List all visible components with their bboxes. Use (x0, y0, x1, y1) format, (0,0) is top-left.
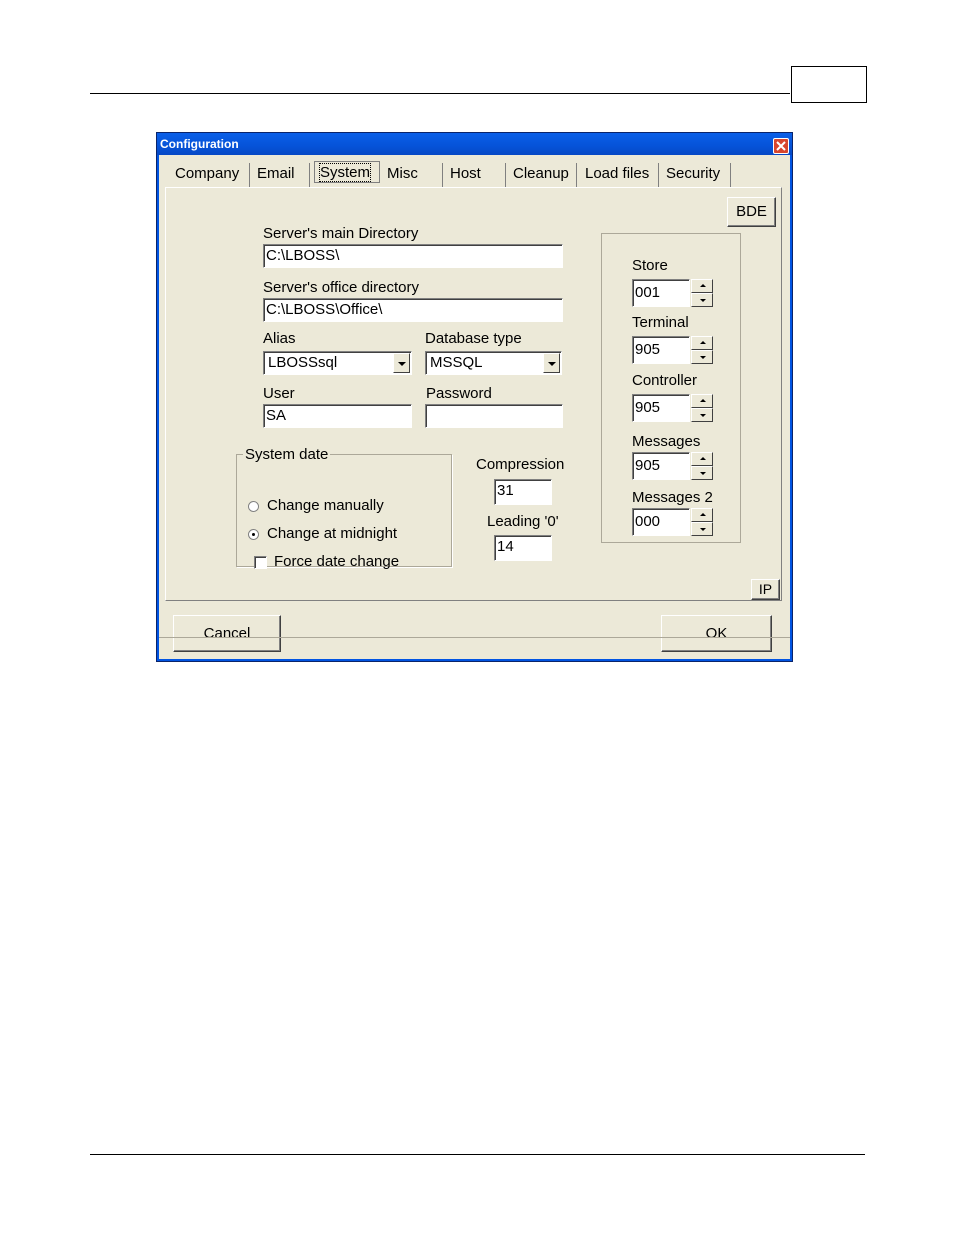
office-directory-input[interactable]: C:\LBOSS\Office\ (263, 298, 563, 322)
password-label: Password (426, 385, 492, 402)
tab-label: Cleanup (513, 165, 569, 182)
terminal-label: Terminal (632, 314, 689, 331)
store-spinner[interactable] (691, 279, 713, 307)
tab-misc[interactable]: Misc (381, 163, 443, 187)
tab-system[interactable]: System (314, 161, 380, 183)
user-label: User (263, 385, 295, 402)
force-date-change-checkbox[interactable] (254, 556, 267, 569)
office-directory-label: Server's office directory (263, 279, 419, 296)
tab-label: Company (175, 165, 240, 182)
controller-label: Controller (632, 372, 698, 389)
password-input[interactable] (425, 404, 563, 428)
database-type-select[interactable]: MSSQL (425, 351, 562, 375)
chevron-down-icon[interactable] (393, 353, 410, 373)
tab-load-files[interactable]: Load files (578, 163, 659, 187)
tab-security[interactable]: Security (660, 163, 731, 187)
tab-label: Security (666, 165, 721, 182)
compression-input[interactable]: 31 (494, 479, 552, 505)
main-directory-label: Server's main Directory (263, 225, 419, 242)
messages2-label: Messages 2 (632, 489, 713, 506)
alias-label: Alias (263, 330, 296, 347)
messages2-input[interactable]: 000 (632, 508, 690, 536)
tab-host[interactable]: Host (444, 163, 506, 187)
main-directory-input[interactable]: C:\LBOSS\ (263, 244, 563, 268)
tab-company[interactable]: Company (169, 163, 250, 187)
alias-value: LBOSSsql (268, 354, 338, 371)
leading-zero-input[interactable]: 14 (494, 535, 552, 561)
spin-up-icon[interactable] (691, 508, 713, 522)
messages-spinner[interactable] (691, 452, 713, 480)
spin-down-icon[interactable] (691, 408, 713, 422)
close-icon (776, 141, 786, 151)
messages2-spinner[interactable] (691, 508, 713, 536)
tab-email[interactable]: Email (251, 163, 310, 187)
close-button[interactable] (773, 138, 789, 154)
system-date-legend: System date (243, 446, 331, 463)
messages-input[interactable]: 905 (632, 452, 690, 480)
ip-button[interactable]: IP (751, 579, 780, 600)
change-manually-label: Change manually (267, 497, 384, 514)
controller-spinner[interactable] (691, 394, 713, 422)
compression-label: Compression (476, 456, 565, 473)
terminal-spinner[interactable] (691, 336, 713, 364)
tab-label: System (318, 163, 372, 182)
tab-label: Host (450, 165, 481, 182)
store-input[interactable]: 001 (632, 279, 690, 307)
database-type-value: MSSQL (430, 354, 483, 371)
cancel-button[interactable]: Cancel (173, 615, 281, 652)
page-header-rule (90, 93, 790, 94)
force-date-change-label: Force date change (274, 553, 400, 570)
controller-input[interactable]: 905 (632, 394, 690, 422)
tab-label: Load files (585, 165, 650, 182)
spin-down-icon[interactable] (691, 293, 713, 307)
spin-down-icon[interactable] (691, 466, 713, 480)
dialog-client-area: Company Email System Misc Host Cleanup L… (159, 155, 790, 659)
alias-select[interactable]: LBOSSsql (263, 351, 412, 375)
spin-up-icon[interactable] (691, 452, 713, 466)
tab-cleanup[interactable]: Cleanup (507, 163, 577, 187)
messages-label: Messages (632, 433, 701, 450)
spin-up-icon[interactable] (691, 336, 713, 350)
database-type-label: Database type (425, 330, 522, 347)
ok-button[interactable]: OK (661, 615, 772, 652)
page-footer-rule (90, 1154, 865, 1155)
change-midnight-radio[interactable] (248, 529, 259, 540)
window-title: Configuration (160, 137, 239, 151)
user-input[interactable]: SA (263, 404, 412, 428)
spin-down-icon[interactable] (691, 522, 713, 536)
tab-label: Email (257, 165, 295, 182)
spin-up-icon[interactable] (691, 279, 713, 293)
spin-up-icon[interactable] (691, 394, 713, 408)
chevron-down-icon[interactable] (543, 353, 560, 373)
spin-down-icon[interactable] (691, 350, 713, 364)
configuration-dialog: Configuration Company Email System Misc … (156, 132, 793, 662)
change-manually-radio[interactable] (248, 501, 259, 512)
leading-zero-label: Leading '0' (487, 513, 559, 530)
tab-label: Misc (387, 165, 418, 182)
store-label: Store (632, 257, 668, 274)
page-number-box (791, 66, 867, 103)
terminal-input[interactable]: 905 (632, 336, 690, 364)
bde-button[interactable]: BDE (727, 197, 776, 227)
change-midnight-label: Change at midnight (267, 525, 398, 542)
title-bar: Configuration (157, 133, 792, 155)
status-separator (159, 637, 790, 638)
